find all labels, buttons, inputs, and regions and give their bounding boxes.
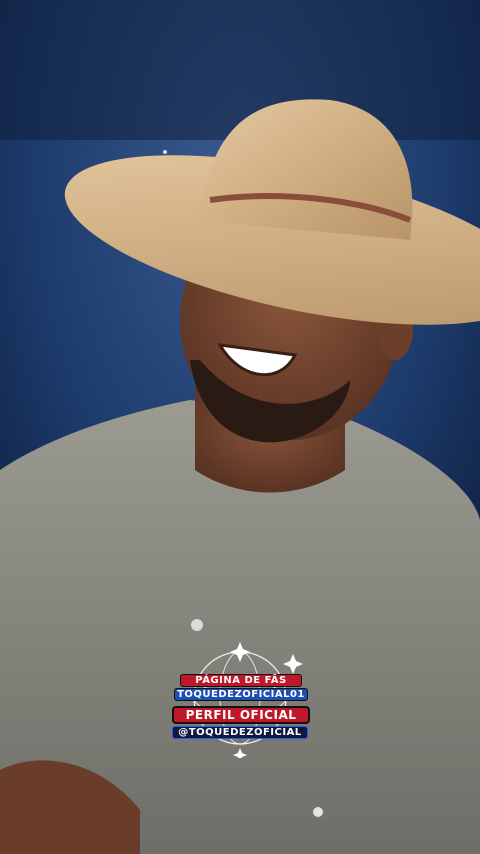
badge-line-handle: TOQUEDEZOFICIAL01	[174, 688, 308, 701]
badge-line-fan-page: PÁGINA DE FÃS	[180, 674, 302, 687]
sparkle-icon	[283, 654, 303, 674]
fan-page-badge: PÁGINA DE FÃS TOQUEDEZOFICIAL01 PERFIL O…	[165, 640, 315, 758]
photo-frame: PÁGINA DE FÃS TOQUEDEZOFICIAL01 PERFIL O…	[0, 0, 480, 854]
sparkle-icon	[233, 748, 247, 758]
sparkle-icon	[230, 642, 250, 662]
badge-line-official-profile: PERFIL OFICIAL	[172, 706, 310, 724]
badge-line-username: @TOQUEDEZOFICIAL	[172, 726, 308, 739]
